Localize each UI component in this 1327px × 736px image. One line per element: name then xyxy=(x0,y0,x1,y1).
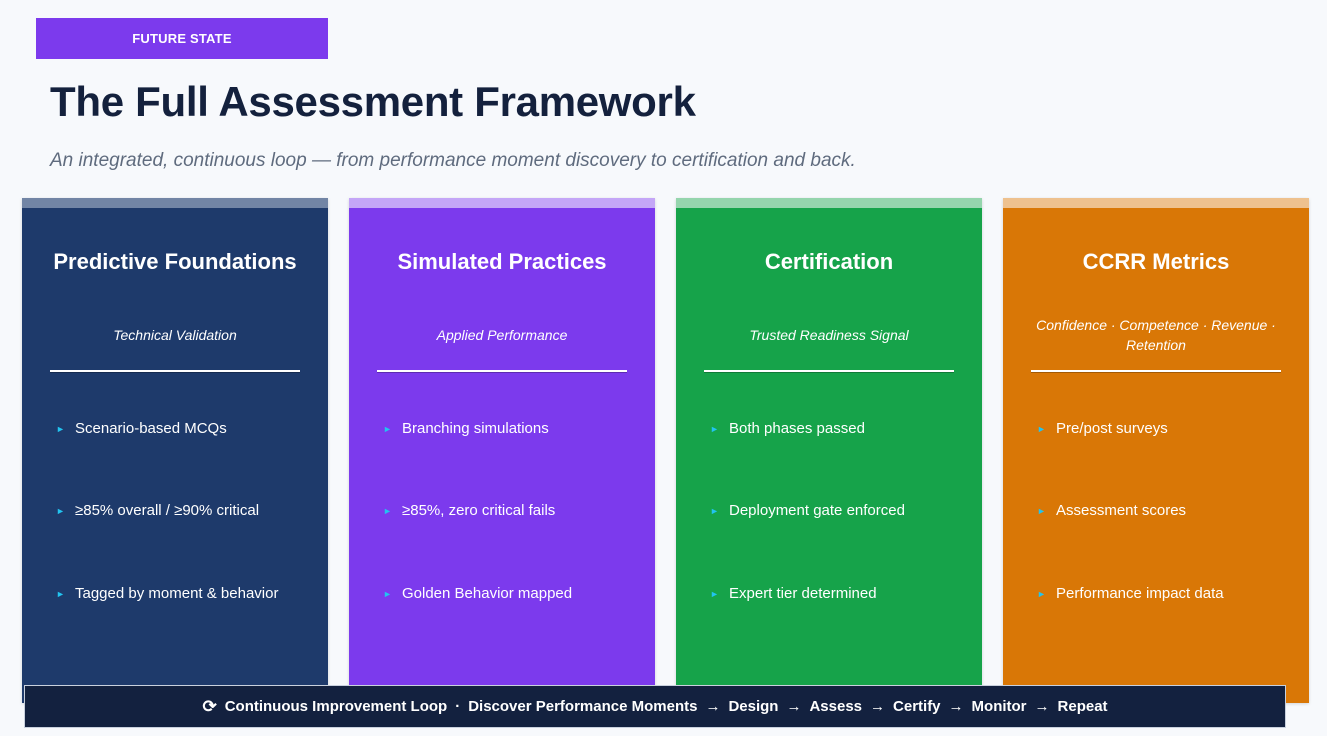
arrow-right-icon: → xyxy=(1034,698,1050,715)
bullet-text: Branching simulations xyxy=(402,420,549,437)
card-bullet: ► Branching simulations xyxy=(383,420,645,437)
bullet-arrow-icon: ► xyxy=(56,423,65,434)
bullet-arrow-icon: ► xyxy=(383,505,392,516)
separator-dot: · xyxy=(455,698,461,715)
card-top-accent xyxy=(676,198,982,208)
card-divider xyxy=(704,370,954,372)
step-discover: Discover Performance Moments xyxy=(468,698,698,715)
bullet-arrow-icon: ► xyxy=(710,588,719,599)
card-bullet: ► Both phases passed xyxy=(710,420,972,437)
bullet-text: Expert tier determined xyxy=(729,585,877,602)
bullet-text: Golden Behavior mapped xyxy=(402,585,573,602)
arrow-right-icon: → xyxy=(948,698,964,715)
bullet-text: Assessment scores xyxy=(1056,502,1187,519)
card-subtitle: Technical Validation xyxy=(113,327,237,343)
card-title: Predictive Foundations xyxy=(53,249,297,274)
bullet-text: Deployment gate enforced xyxy=(729,502,905,519)
step-design: Design xyxy=(728,698,779,715)
page-subtitle: An integrated, continuous loop — from pe… xyxy=(50,150,856,171)
future-state-badge: FUTURE STATE xyxy=(36,18,328,59)
card-subtitle: Applied Performance xyxy=(436,327,568,343)
card-top-accent xyxy=(349,198,655,208)
card-subtitle: Confidence · Competence · Revenue · Rete… xyxy=(1036,317,1276,353)
card-divider xyxy=(377,370,627,372)
card-bullet: ► Scenario-based MCQs xyxy=(56,420,318,437)
card-certification: Certification Trusted Readiness Signal ►… xyxy=(676,198,982,703)
bullet-arrow-icon: ► xyxy=(383,588,392,599)
bullet-arrow-icon: ► xyxy=(710,505,719,516)
bullet-text: Pre/post surveys xyxy=(1056,420,1168,437)
loop-label: Continuous Improvement Loop xyxy=(224,698,448,715)
bullet-text: ≥85%, zero critical fails xyxy=(402,502,556,519)
arrow-right-icon: → xyxy=(705,698,721,715)
card-bullet: ► ≥85%, zero critical fails xyxy=(383,502,645,519)
card-subtitle: Trusted Readiness Signal xyxy=(749,327,909,343)
bullet-arrow-icon: ► xyxy=(383,423,392,434)
card-bullet: ► Pre/post surveys xyxy=(1037,420,1299,437)
bullet-arrow-icon: ► xyxy=(1037,423,1046,434)
bullet-text: Both phases passed xyxy=(729,420,865,437)
card-predictive-foundations: Predictive Foundations Technical Validat… xyxy=(22,198,328,703)
bullet-arrow-icon: ► xyxy=(56,588,65,599)
card-bullet: ► Expert tier determined xyxy=(710,585,972,602)
card-bullet: ► Deployment gate enforced xyxy=(710,502,972,519)
step-certify: Certify xyxy=(893,698,941,715)
bullet-arrow-icon: ► xyxy=(1037,505,1046,516)
arrow-right-icon: → xyxy=(870,698,886,715)
bullet-arrow-icon: ► xyxy=(1037,588,1046,599)
bullet-arrow-icon: ► xyxy=(710,423,719,434)
card-bullet: ► Assessment scores xyxy=(1037,502,1299,519)
step-monitor: Monitor xyxy=(971,698,1027,715)
card-divider xyxy=(1031,370,1281,372)
bullet-arrow-icon: ► xyxy=(56,505,65,516)
refresh-icon: ⟳ xyxy=(202,696,217,716)
card-title: Certification xyxy=(764,249,894,274)
bullet-text: ≥85% overall / ≥90% critical xyxy=(75,502,260,519)
card-bullet: ► Golden Behavior mapped xyxy=(383,585,645,602)
card-simulated-practices: Simulated Practices Applied Performance … xyxy=(349,198,655,703)
card-ccrr-metrics: CCRR Metrics Confidence · Competence · R… xyxy=(1003,198,1309,703)
card-bullet: ► Performance impact data xyxy=(1037,585,1299,602)
page-title: The Full Assessment Framework xyxy=(50,78,696,125)
continuous-loop-banner: ⟳ Continuous Improvement Loop · Discover… xyxy=(24,685,1286,728)
bullet-text: Scenario-based MCQs xyxy=(75,420,227,437)
bullet-text: Performance impact data xyxy=(1056,585,1224,602)
card-title: CCRR Metrics xyxy=(1082,249,1230,274)
bullet-text: Tagged by moment & behavior xyxy=(75,585,279,602)
arrow-right-icon: → xyxy=(786,698,802,715)
card-bullet: ► ≥85% overall / ≥90% critical xyxy=(56,502,318,519)
card-bullet: ► Tagged by moment & behavior xyxy=(56,585,318,602)
card-top-accent xyxy=(22,198,328,208)
step-repeat: Repeat xyxy=(1057,698,1108,715)
card-title: Simulated Practices xyxy=(397,249,607,274)
card-divider xyxy=(50,370,300,372)
step-assess: Assess xyxy=(809,698,863,715)
card-top-accent xyxy=(1003,198,1309,208)
